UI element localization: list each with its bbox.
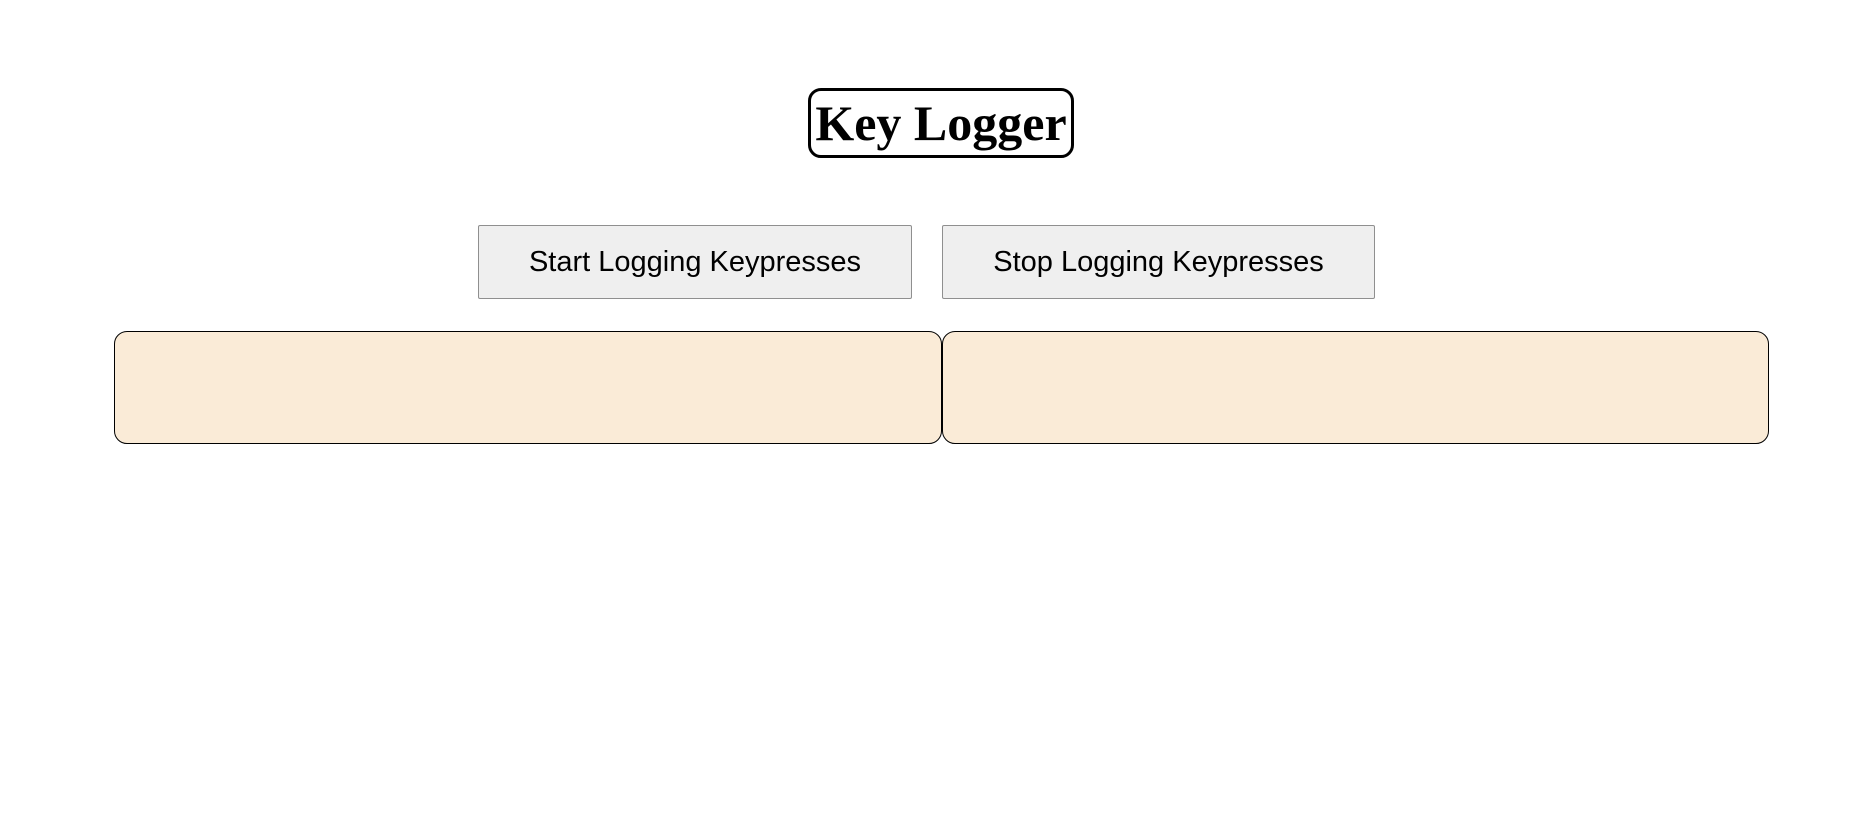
page-title: Key Logger <box>808 88 1074 158</box>
keydown-log-panel <box>114 331 942 444</box>
stop-logging-button[interactable]: Stop Logging Keypresses <box>942 225 1375 299</box>
keyup-log-panel <box>942 331 1769 444</box>
start-logging-button[interactable]: Start Logging Keypresses <box>478 225 912 299</box>
